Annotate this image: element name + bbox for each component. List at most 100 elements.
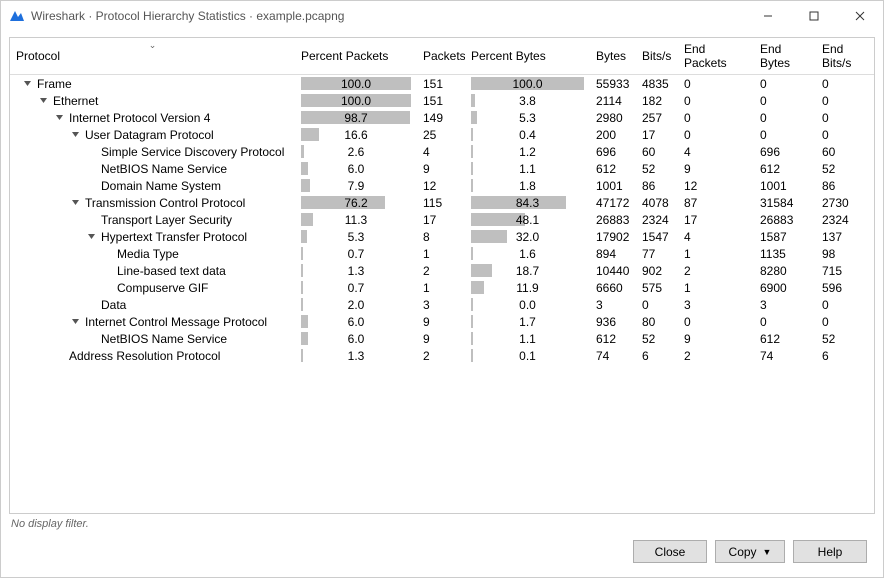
table-row[interactable]: Compuserve GIF0.7111.9666057516900596 [10,279,875,296]
col-end-bytes[interactable]: End Bytes [754,38,816,75]
percent-packets-bar: 11.3 [301,212,411,227]
end-bits-s-value: 0 [816,75,875,93]
percent-packets-value: 0.7 [301,281,411,295]
maximize-button[interactable] [791,1,837,31]
table-row[interactable]: Frame100.0151100.0559334835000 [10,75,875,93]
end-packets-value: 1 [678,279,754,296]
bits-s-value: 52 [636,330,678,347]
bytes-value: 612 [590,330,636,347]
col-percent-packets[interactable]: Percent Packets [295,38,417,75]
table-row[interactable]: Transport Layer Security11.31748.1268832… [10,211,875,228]
status-bar: No display filter. [9,514,875,534]
table-row[interactable]: Media Type0.711.6894771113598 [10,245,875,262]
percent-packets-value: 16.6 [301,128,411,142]
expander-open-icon[interactable] [70,316,81,327]
packets-value: 9 [417,313,465,330]
minimize-button[interactable] [745,1,791,31]
percent-packets-bar: 6.0 [301,314,411,329]
col-percent-bytes[interactable]: Percent Bytes [465,38,590,75]
bytes-value: 696 [590,143,636,160]
col-end-packets[interactable]: End Packets [678,38,754,75]
close-button[interactable] [837,1,883,31]
table-row[interactable]: Ethernet100.01513.82114182000 [10,92,875,109]
percent-packets-value: 6.0 [301,332,411,346]
end-bytes-value: 74 [754,347,816,364]
bits-s-value: 182 [636,92,678,109]
expander-open-icon[interactable] [86,231,97,242]
col-end-bits[interactable]: End Bits/s [816,38,875,75]
percent-bytes-bar: 3.8 [471,93,584,108]
percent-bytes-value: 0.0 [471,298,584,312]
percent-packets-value: 0.7 [301,247,411,261]
end-packets-value: 0 [678,313,754,330]
bits-s-value: 257 [636,109,678,126]
end-bits-s-value: 60 [816,143,875,160]
end-bits-s-value: 137 [816,228,875,245]
percent-packets-value: 2.6 [301,145,411,159]
table-row[interactable]: NetBIOS Name Service6.091.161252961252 [10,330,875,347]
percent-packets-bar: 76.2 [301,195,411,210]
close-dialog-button[interactable]: Close [633,540,707,563]
protocol-name: Domain Name System [101,179,221,193]
protocol-name: Internet Protocol Version 4 [69,111,210,125]
table-row[interactable]: User Datagram Protocol16.6250.420017000 [10,126,875,143]
end-packets-value: 3 [678,296,754,313]
percent-packets-value: 6.0 [301,162,411,176]
percent-packets-value: 100.0 [301,77,411,91]
packets-value: 3 [417,296,465,313]
end-packets-value: 9 [678,160,754,177]
expander-open-icon[interactable] [38,95,49,106]
end-bits-s-value: 0 [816,126,875,143]
protocol-name: Internet Control Message Protocol [85,315,267,329]
col-packets[interactable]: Packets [417,38,465,75]
table-row[interactable]: Internet Control Message Protocol 6.0 9 1.7… [10,313,875,330]
bytes-value: 26883 [590,211,636,228]
percent-packets-value: 76.2 [301,196,411,210]
end-packets-value: 1 [678,245,754,262]
bytes-value: 200 [590,126,636,143]
col-protocol[interactable]: Protocol⌄ [10,38,295,75]
table-row[interactable]: Line-based text data1.3218.7104409022828… [10,262,875,279]
button-bar: Close Copy▼ Help [9,534,875,573]
end-packets-value: 0 [678,92,754,109]
packets-value: 9 [417,160,465,177]
table-row[interactable]: Address Resolution Protocol1.320.1746274… [10,347,875,364]
end-packets-value: 4 [678,143,754,160]
percent-packets-bar: 6.0 [301,161,411,176]
col-bytes[interactable]: Bytes [590,38,636,75]
table-row[interactable]: NetBIOS Name Service6.091.161252961252 [10,160,875,177]
copy-button[interactable]: Copy▼ [715,540,785,563]
percent-bytes-bar: 1.1 [471,161,584,176]
col-bits[interactable]: Bits/s [636,38,678,75]
percent-packets-bar: 98.7 [301,110,411,125]
protocol-name: NetBIOS Name Service [101,162,227,176]
stats-table[interactable]: Protocol⌄ Percent Packets Packets Percen… [10,38,875,364]
expander-none [86,299,97,310]
percent-bytes-bar: 18.7 [471,263,584,278]
percent-packets-bar: 1.3 [301,348,411,363]
percent-bytes-bar: 0.1 [471,348,584,363]
table-row[interactable]: Internet Protocol Version 498.71495.3298… [10,109,875,126]
percent-bytes-value: 3.8 [471,94,584,108]
expander-open-icon[interactable] [54,112,65,123]
bytes-value: 894 [590,245,636,262]
bytes-value: 55933 [590,75,636,93]
table-row[interactable]: Domain Name System7.9121.810018612100186 [10,177,875,194]
percent-bytes-value: 32.0 [471,230,584,244]
dropdown-arrow-icon: ▼ [763,547,772,557]
percent-bytes-bar: 1.7 [471,314,584,329]
percent-bytes-value: 5.3 [471,111,584,125]
expander-open-icon[interactable] [22,78,33,89]
table-row[interactable]: Simple Service Discovery Protocol2.641.2… [10,143,875,160]
percent-bytes-bar: 1.1 [471,331,584,346]
percent-bytes-value: 1.7 [471,315,584,329]
end-bits-s-value: 2730 [816,194,875,211]
percent-bytes-value: 1.1 [471,332,584,346]
help-button[interactable]: Help [793,540,867,563]
percent-bytes-bar: 100.0 [471,76,584,91]
table-row[interactable]: Hypertext Transfer Protocol5.3832.017902… [10,228,875,245]
expander-open-icon[interactable] [70,197,81,208]
expander-open-icon[interactable] [70,129,81,140]
table-row[interactable]: Transmission Control Protocol76.211584.3… [10,194,875,211]
table-row[interactable]: Data2.030.030330 [10,296,875,313]
